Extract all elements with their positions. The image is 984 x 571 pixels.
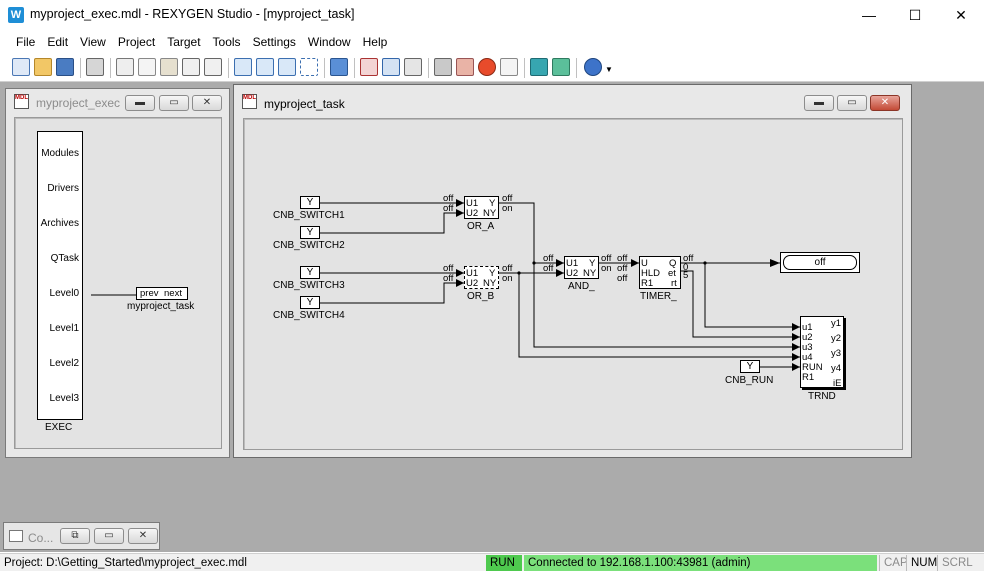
minimized-maximize-button[interactable]: ▭ (94, 528, 124, 544)
status-connection: Connected to 192.168.1.100:43981 (admin) (524, 555, 877, 571)
status-num: NUM (906, 555, 937, 571)
switch-name: CNB_SWITCH2 (273, 240, 345, 251)
trnd-name: TRND (808, 391, 836, 402)
trnd-out-y2: y2 (831, 333, 842, 344)
trnd-in-r1: R1 (802, 372, 815, 383)
minimized-restore-button[interactable]: ⧉ (60, 528, 90, 544)
or-a-in2-value: off (443, 203, 454, 214)
timer-out3: rt (671, 278, 677, 289)
or-b-out2-value: on (502, 273, 513, 284)
minimized-window[interactable]: Co... ⧉ ▭ ✕ (3, 522, 160, 550)
or-b-in2: U2 (466, 278, 479, 289)
or-b-name: OR_B (467, 291, 495, 302)
or-a-name: OR_A (467, 221, 495, 232)
timer-in3-value: off (617, 273, 628, 284)
status-run: RUN (486, 555, 522, 571)
trnd-out-y3: y3 (831, 348, 842, 359)
switch-name: CNB_SWITCH3 (273, 280, 345, 291)
or-a-out2-value: on (502, 203, 513, 214)
or-a-in2: U2 (466, 208, 479, 219)
and-in2: U2 (566, 268, 579, 279)
and-in2-value: off (543, 263, 554, 274)
status-project-path: Project: D:\Getting_Started\myproject_ex… (4, 557, 247, 569)
and-name: AND_ (568, 281, 595, 292)
switch-value: Y (306, 197, 314, 208)
status-cap: CAP (879, 555, 908, 571)
switch-name: CNB_SWITCH1 (273, 210, 345, 221)
switch-value: Y (306, 267, 314, 278)
switch-value: Y (746, 361, 754, 372)
status-bar: Project: D:\Getting_Started\myproject_ex… (0, 553, 984, 571)
and-out2: NY (583, 268, 597, 279)
trnd-out-y1: y1 (831, 318, 842, 329)
or-b-in2-value: off (443, 273, 454, 284)
minimized-window-title: Co... (28, 531, 54, 545)
and-out2-value: on (601, 263, 612, 274)
display-value: off (783, 255, 857, 270)
trnd-out-ie: iE (833, 378, 842, 389)
switch-value: Y (306, 227, 314, 238)
minimized-close-button[interactable]: ✕ (128, 528, 158, 544)
or-b-out2: NY (483, 278, 497, 289)
window-icon (9, 530, 23, 542)
switch-name: CNB_SWITCH4 (273, 310, 345, 321)
timer-out3-value: 5 (683, 270, 689, 281)
timer-in3: R1 (641, 278, 654, 289)
switch-value: Y (306, 297, 314, 308)
status-scrl: SCRL (937, 555, 973, 571)
or-a-out2: NY (483, 208, 497, 219)
switch-name: CNB_RUN (725, 375, 774, 386)
timer-name: TIMER_ (640, 291, 677, 302)
trnd-out-y4: y4 (831, 363, 842, 374)
